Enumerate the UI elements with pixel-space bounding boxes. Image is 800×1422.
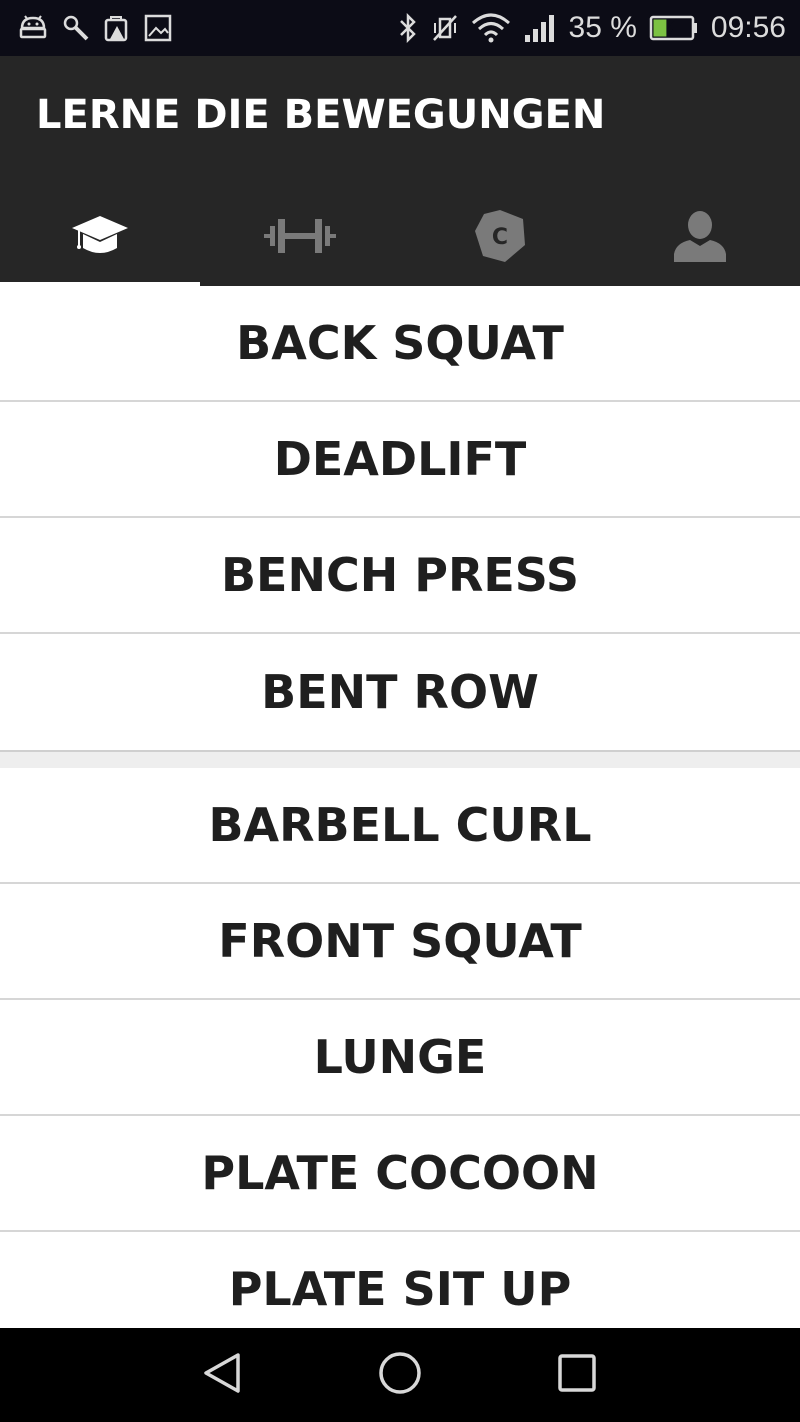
list-item-label: BACK SQUAT bbox=[236, 316, 564, 370]
clock: 09:56 bbox=[710, 11, 786, 44]
home-icon bbox=[378, 1351, 422, 1399]
back-button[interactable] bbox=[197, 1350, 247, 1400]
bluetooth-icon bbox=[397, 13, 419, 43]
list-item-label: FRONT SQUAT bbox=[218, 914, 582, 968]
tab-profile[interactable] bbox=[600, 186, 800, 286]
exercise-list: BACK SQUAT DEADLIFT BENCH PRESS BENT ROW… bbox=[0, 286, 800, 1348]
list-item[interactable]: LUNGE bbox=[0, 1000, 800, 1116]
tab-coach[interactable]: C bbox=[400, 186, 600, 286]
list-item-label: BENCH PRESS bbox=[220, 548, 579, 602]
warning-bag-icon bbox=[104, 14, 130, 42]
list-item[interactable]: BENCH PRESS bbox=[0, 518, 800, 634]
list-item-label: PLATE COCOON bbox=[201, 1146, 599, 1200]
android-debug-icon bbox=[18, 14, 48, 42]
recents-button[interactable] bbox=[552, 1350, 602, 1400]
notification-icons bbox=[18, 12, 172, 44]
section-divider bbox=[0, 750, 800, 768]
graduation-cap-icon bbox=[71, 214, 129, 258]
back-icon bbox=[202, 1352, 242, 1398]
list-item-label: LUNGE bbox=[313, 1030, 487, 1084]
home-button[interactable] bbox=[375, 1350, 425, 1400]
page-title: LERNE DIE BEWEGUNGEN bbox=[36, 92, 606, 138]
battery-percent: 35 % bbox=[568, 11, 637, 44]
vibrate-off-icon bbox=[431, 13, 459, 43]
list-item[interactable]: BACK SQUAT bbox=[0, 286, 800, 402]
list-item-label: BARBELL CURL bbox=[208, 798, 592, 852]
battery-icon bbox=[649, 14, 699, 42]
navigation-bar bbox=[0, 1328, 800, 1422]
dumbbell-icon bbox=[264, 216, 336, 256]
exercise-group-accessory: BARBELL CURL FRONT SQUAT LUNGE PLATE COC… bbox=[0, 768, 800, 1348]
hexagon-badge-letter: C bbox=[492, 225, 508, 250]
list-item[interactable]: DEADLIFT bbox=[0, 402, 800, 518]
battery-fill bbox=[653, 19, 667, 37]
list-item[interactable]: PLATE COCOON bbox=[0, 1116, 800, 1232]
system-status: 35 % 09:56 bbox=[397, 8, 786, 48]
status-bar: 35 % 09:56 bbox=[0, 0, 800, 56]
exercise-group-main: BACK SQUAT DEADLIFT BENCH PRESS BENT ROW bbox=[0, 286, 800, 750]
list-item-label: BENT ROW bbox=[261, 665, 539, 719]
wifi-icon bbox=[471, 13, 511, 43]
hexagon-c-icon: C bbox=[474, 209, 526, 263]
image-icon bbox=[144, 14, 172, 42]
list-item-label: PLATE SIT UP bbox=[228, 1262, 572, 1316]
profile-icon bbox=[672, 210, 728, 262]
list-item-label: DEADLIFT bbox=[273, 432, 527, 486]
app-bar: LERNE DIE BEWEGUNGEN C bbox=[0, 56, 800, 286]
tab-workout[interactable] bbox=[200, 186, 400, 286]
recents-icon bbox=[557, 1353, 597, 1397]
list-item[interactable]: BENT ROW bbox=[0, 634, 800, 750]
list-item[interactable]: BARBELL CURL bbox=[0, 768, 800, 884]
tab-learn[interactable] bbox=[0, 186, 200, 286]
signal-icon bbox=[523, 13, 557, 43]
wrench-icon bbox=[62, 14, 90, 42]
list-item[interactable]: FRONT SQUAT bbox=[0, 884, 800, 1000]
tab-bar: C bbox=[0, 186, 800, 286]
